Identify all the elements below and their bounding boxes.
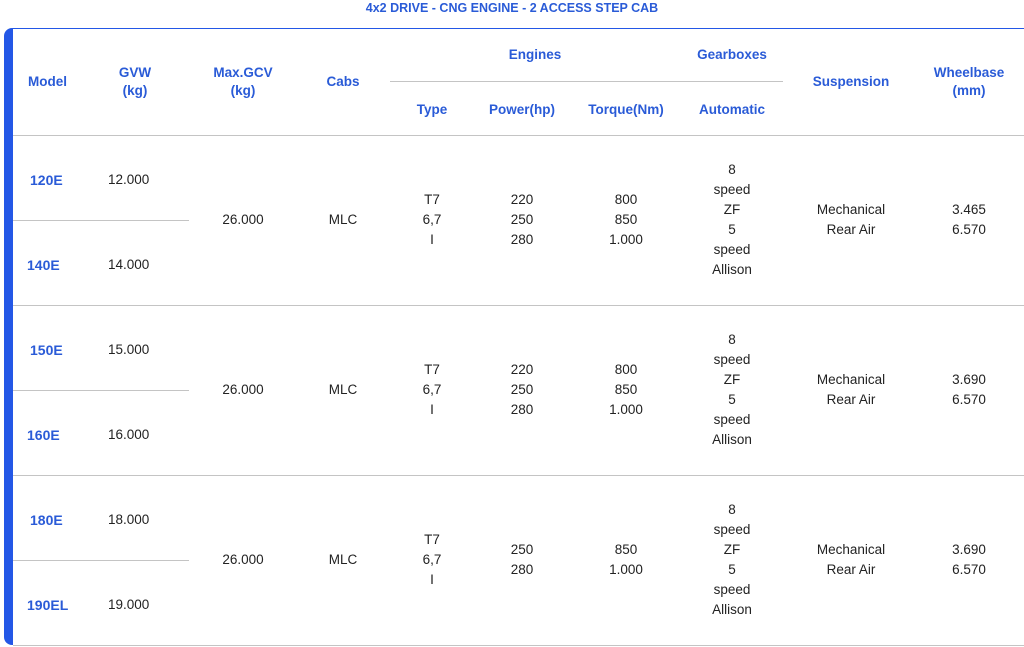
header-engines: Engines bbox=[508, 47, 562, 62]
automatic-gearbox-value: 8 speed ZF 5 speed Allison bbox=[712, 502, 752, 617]
engine-type-value: T7 6,7 I bbox=[422, 362, 442, 417]
gvw-value: 12.000 bbox=[108, 172, 150, 187]
gvw-value: 18.000 bbox=[108, 512, 150, 527]
group-bottom-border bbox=[13, 305, 1024, 306]
power-value: 220 250 280 bbox=[510, 362, 534, 417]
gvw-value: 14.000 bbox=[108, 257, 150, 272]
gvw-value: 15.000 bbox=[108, 342, 150, 357]
model-divider bbox=[13, 220, 189, 221]
group-bottom-border bbox=[13, 645, 1024, 646]
cabs-value: MLC bbox=[328, 382, 358, 397]
power-value: 220 250 280 bbox=[510, 192, 534, 247]
header-gvw: GVW (kg) bbox=[118, 65, 152, 98]
model-divider bbox=[13, 560, 189, 561]
wheelbase-value: 3.465 6.570 bbox=[952, 202, 986, 237]
model-name: 120E bbox=[30, 172, 63, 188]
model-name: 180E bbox=[30, 512, 63, 528]
model-name: 140E bbox=[27, 257, 60, 273]
table-accent-bar bbox=[4, 28, 13, 645]
header-bottom-border bbox=[13, 135, 1024, 136]
header-torque: Torque(Nm) bbox=[588, 102, 664, 117]
max-gcv-value: 26.000 bbox=[222, 382, 264, 397]
suspension-value: Mechanical Rear Air bbox=[816, 542, 886, 577]
wheelbase-value: 3.690 6.570 bbox=[952, 372, 986, 407]
header-power: Power(hp) bbox=[489, 102, 555, 117]
model-name: 190EL bbox=[27, 597, 69, 613]
header-type: Type bbox=[416, 102, 448, 117]
max-gcv-value: 26.000 bbox=[222, 212, 264, 227]
gvw-value: 16.000 bbox=[108, 427, 150, 442]
model-name: 160E bbox=[27, 427, 60, 443]
header-cabs: Cabs bbox=[326, 74, 360, 89]
gvw-value: 19.000 bbox=[108, 597, 150, 612]
max-gcv-value: 26.000 bbox=[222, 552, 264, 567]
engine-type-value: T7 6,7 I bbox=[422, 532, 442, 587]
suspension-value: Mechanical Rear Air bbox=[816, 372, 886, 407]
power-value: 250 280 bbox=[510, 542, 534, 577]
cabs-value: MLC bbox=[328, 212, 358, 227]
table-top-border bbox=[13, 28, 1024, 29]
torque-value: 800 850 1.000 bbox=[609, 192, 643, 247]
header-gcv: Max.GCV (kg) bbox=[213, 65, 273, 98]
header-engines-divider bbox=[390, 81, 783, 82]
header-wheelbase: Wheelbase (mm) bbox=[933, 65, 1005, 98]
header-gearboxes: Gearboxes bbox=[697, 47, 767, 62]
torque-value: 800 850 1.000 bbox=[609, 362, 643, 417]
automatic-gearbox-value: 8 speed ZF 5 speed Allison bbox=[712, 162, 752, 277]
header-automatic: Automatic bbox=[698, 102, 765, 117]
torque-value: 850 1.000 bbox=[609, 542, 643, 577]
cabs-value: MLC bbox=[328, 552, 358, 567]
model-name: 150E bbox=[30, 342, 63, 358]
engine-type-value: T7 6,7 I bbox=[422, 192, 442, 247]
suspension-value: Mechanical Rear Air bbox=[816, 202, 886, 237]
header-model: Model bbox=[28, 74, 67, 89]
automatic-gearbox-value: 8 speed ZF 5 speed Allison bbox=[712, 332, 752, 447]
group-bottom-border bbox=[13, 475, 1024, 476]
table-title: 4x2 DRIVE - CNG ENGINE - 2 ACCESS STEP C… bbox=[365, 1, 659, 15]
model-divider bbox=[13, 390, 189, 391]
wheelbase-value: 3.690 6.570 bbox=[952, 542, 986, 577]
header-suspension: Suspension bbox=[812, 74, 890, 89]
